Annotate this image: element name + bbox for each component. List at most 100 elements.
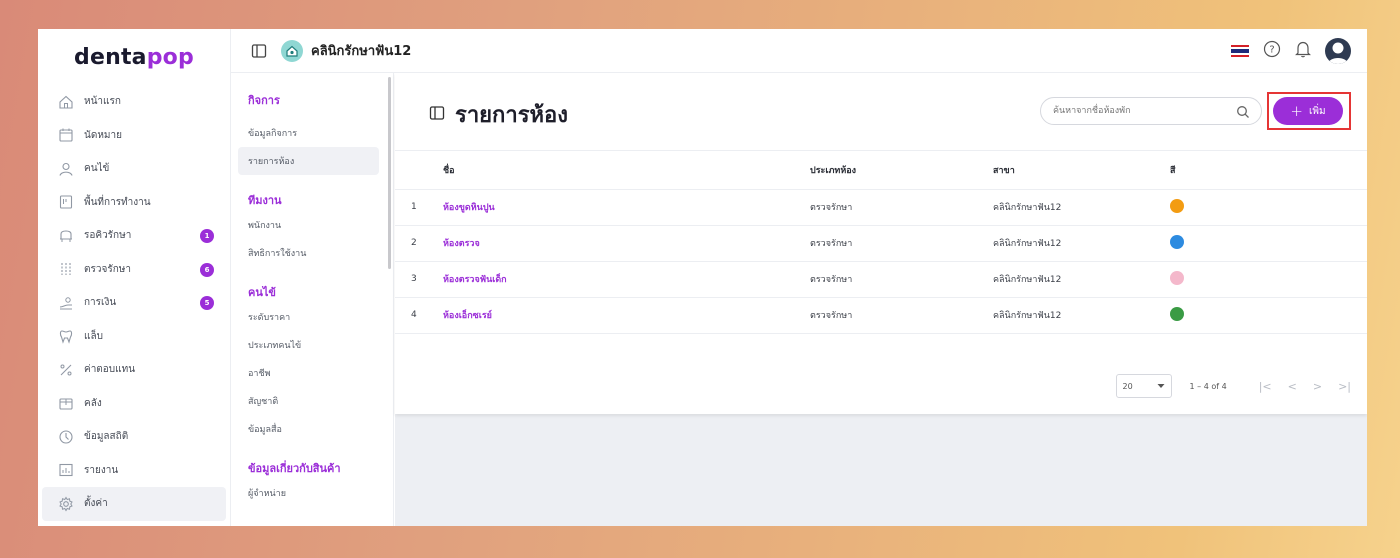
search-icon[interactable] xyxy=(1236,104,1250,118)
chevron-down-icon xyxy=(1157,382,1165,391)
table-row[interactable]: 3 ห้องตรวจฟันเด็ก ตรวจรักษา คลินิกรักษาฟัน1… xyxy=(395,261,1367,297)
col-header-type[interactable]: ประเภทห้อง xyxy=(810,151,993,189)
subnav-item[interactable]: อาชีพ xyxy=(238,359,379,387)
sidebar-item-5[interactable]: ตรวจรักษา 6 xyxy=(42,253,226,287)
row-number: 1 xyxy=(411,202,417,212)
sidebar-nav: หน้าแรกนัดหมายคนไข้พื้นที่การทำงานรอคิวร… xyxy=(38,85,230,521)
rows-per-page-value: 20 xyxy=(1122,381,1133,391)
subnav-section-title: ทีมงาน xyxy=(248,194,282,207)
subnav-item[interactable]: สัญชาติ xyxy=(238,387,379,415)
subnav-item[interactable]: พนักงาน xyxy=(238,211,379,239)
workspace-icon xyxy=(58,194,74,210)
subnav-section-title: คนไข้ xyxy=(248,286,276,299)
clinic-name[interactable]: คลินิกรักษาฟัน12 xyxy=(311,40,411,61)
room-branch: คลินิกรักษาฟัน12 xyxy=(993,203,1062,213)
add-room-button[interactable]: + เพิ่ม xyxy=(1273,97,1343,125)
subnav-item[interactable]: ข้อมูลกิจการ xyxy=(238,119,379,147)
count-badge: 1 xyxy=(200,229,214,243)
sidebar-item-10[interactable]: ข้อมูลสถิติ xyxy=(42,420,226,454)
col-header-branch[interactable]: สาขา xyxy=(993,151,1170,189)
payment-icon xyxy=(58,295,74,311)
first-page-icon[interactable]: |< xyxy=(1259,380,1272,393)
avatar[interactable] xyxy=(1325,38,1351,64)
last-page-icon[interactable]: >| xyxy=(1338,380,1351,393)
color-swatch xyxy=(1170,306,1184,321)
sidebar-item-label: หน้าแรก xyxy=(84,96,121,108)
row-number: 3 xyxy=(411,274,417,284)
table-header-row: ชื่อ ประเภทห้อง สาขา สี xyxy=(395,151,1367,189)
thai-flag-icon[interactable] xyxy=(1231,45,1249,57)
panel-toggle-icon[interactable] xyxy=(429,105,445,121)
tooth-icon xyxy=(58,328,74,344)
count-badge: 6 xyxy=(200,262,214,277)
subnav-item[interactable]: ระดับราคา xyxy=(238,303,379,331)
subnav-item[interactable]: ประเภทคนไข้ xyxy=(238,331,379,359)
room-color-cell xyxy=(1170,297,1367,333)
logo-prefix: denta xyxy=(74,44,147,70)
sidebar-item-label: พื้นที่การทำงาน xyxy=(84,196,151,208)
sidebar-item-12[interactable]: ตั้งค่า xyxy=(42,487,226,521)
help-icon[interactable]: ? xyxy=(1263,40,1281,62)
sidebar-item-label: ตรวจรักษา xyxy=(84,263,131,275)
sidebar-item-6[interactable]: การเงิน 5 xyxy=(42,286,226,320)
col-header-name[interactable]: ชื่อ xyxy=(443,151,810,189)
subnav-item[interactable]: ข้อมูลสื่อ xyxy=(238,415,379,443)
room-type: ตรวจรักษา xyxy=(810,275,853,285)
table-row[interactable]: 4 ห้องเอ็กซเรย์ ตรวจรักษา คลินิกรักษาฟัน12 xyxy=(395,297,1367,333)
calendar-icon xyxy=(58,127,74,143)
room-name[interactable]: ห้องตรวจฟันเด็ก xyxy=(443,261,810,297)
app-window: denta pop หน้าแรก นัดหมาย คนไข้ พื้นที่การทำ… xyxy=(38,29,1367,526)
dentapop-logo[interactable]: denta pop xyxy=(38,29,230,85)
sidebar-item-4[interactable]: รอคิวรักษา 1 xyxy=(42,219,226,253)
next-page-icon[interactable]: > xyxy=(1313,380,1322,393)
room-name[interactable]: ห้องขูดหินปูน xyxy=(443,189,810,225)
sidebar-item-label: รอคิวรักษา xyxy=(84,230,132,242)
sidebar-item-label: คลัง xyxy=(84,397,102,409)
room-branch: คลินิกรักษาฟัน12 xyxy=(993,311,1062,321)
table-row[interactable]: 2 ห้องตรวจ ตรวจรักษา คลินิกรักษาฟัน12 xyxy=(395,225,1367,261)
sidebar-item-9[interactable]: คลัง xyxy=(42,387,226,421)
room-name[interactable]: ห้องตรวจ xyxy=(443,225,810,261)
room-type: ตรวจรักษา xyxy=(810,311,853,321)
svg-text:?: ? xyxy=(1269,45,1274,56)
percent-icon xyxy=(58,362,74,378)
sidebar-toggle-icon[interactable] xyxy=(251,43,267,59)
gear-icon xyxy=(58,496,74,512)
room-color-cell xyxy=(1170,261,1367,297)
card-header: รายการห้อง + เพิ่ม xyxy=(395,73,1367,151)
sidebar-item-11[interactable]: รายงาน xyxy=(42,454,226,488)
sidebar-item-label: การเงิน xyxy=(84,297,117,309)
sidebar-item-8[interactable]: ค่าตอบแทน xyxy=(42,353,226,387)
color-swatch xyxy=(1170,198,1184,213)
treatment-icon xyxy=(58,261,74,277)
search-input[interactable] xyxy=(1040,97,1262,125)
table-row[interactable]: 1 ห้องขูดหินปูน ตรวจรักษา คลินิกรักษาฟัน12 xyxy=(395,189,1367,225)
count-badge: 5 xyxy=(200,296,214,310)
page-range: 1 – 4 of 4 xyxy=(1189,381,1227,391)
bell-icon[interactable] xyxy=(1295,40,1311,62)
sidebar-item-7[interactable]: แล็บ xyxy=(42,320,226,354)
col-header-color[interactable]: สี xyxy=(1170,151,1367,189)
subnav-item[interactable]: รายการห้อง xyxy=(238,147,379,175)
room-name[interactable]: ห้องเอ็กซเรย์ xyxy=(443,297,810,333)
sidebar-item-label: ค่าตอบแทน xyxy=(84,364,136,376)
sidebar-item-0[interactable]: หน้าแรก xyxy=(42,85,226,119)
plus-icon: + xyxy=(1290,101,1303,120)
subnav-scrollbar[interactable] xyxy=(388,77,391,269)
logo-accent: pop xyxy=(146,44,194,70)
main-sidebar: denta pop หน้าแรกนัดหมายคนไข้พื้นที่การทำ… xyxy=(38,29,231,526)
subnav-item[interactable]: สิทธิการใช้งาน xyxy=(238,239,379,267)
sidebar-item-1[interactable]: นัดหมาย xyxy=(42,119,226,153)
sidebar-item-2[interactable]: คนไข้ xyxy=(42,152,226,186)
row-number: 2 xyxy=(411,238,417,248)
prev-page-icon[interactable]: < xyxy=(1288,380,1297,393)
row-number: 4 xyxy=(411,310,417,320)
sidebar-item-label: คนไข้ xyxy=(84,163,110,175)
subnav-item[interactable]: ผู้จำหน่าย xyxy=(238,479,379,507)
sidebar-item-3[interactable]: พื้นที่การทำงาน xyxy=(42,186,226,220)
add-button-label: เพิ่ม xyxy=(1308,105,1326,117)
rows-per-page-select[interactable]: 20 xyxy=(1115,374,1172,398)
subnav-section-title: ข้อมูลเกี่ยวกับสินค้า xyxy=(248,462,341,475)
rooms-card: รายการห้อง + เพิ่ม ชื่อ ประเภทห้อง xyxy=(395,73,1367,414)
clinic-logo-icon xyxy=(281,39,303,62)
